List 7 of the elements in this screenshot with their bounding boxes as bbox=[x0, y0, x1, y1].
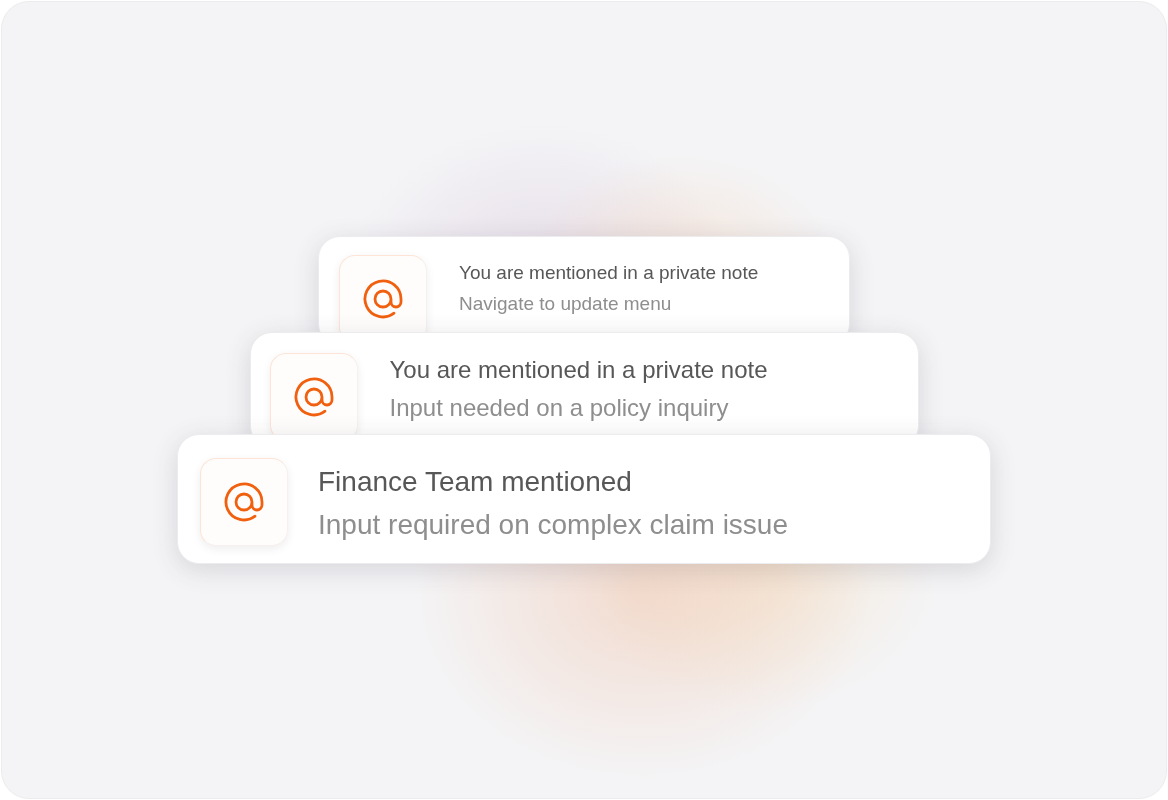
notification-message: Input needed on a policy inquiry bbox=[389, 395, 730, 422]
notification-message: Navigate to update menu bbox=[459, 293, 673, 315]
notification-title: You are mentioned in a private note bbox=[389, 357, 768, 384]
notification-title: You are mentioned in a private note bbox=[459, 263, 759, 284]
notification-card[interactable]: Finance Team mentioned Input required on complex claim issue bbox=[177, 434, 991, 564]
notification-message: Input required on complex claim issue bbox=[318, 509, 788, 541]
notification-title: Finance Team mentioned bbox=[318, 467, 633, 498]
